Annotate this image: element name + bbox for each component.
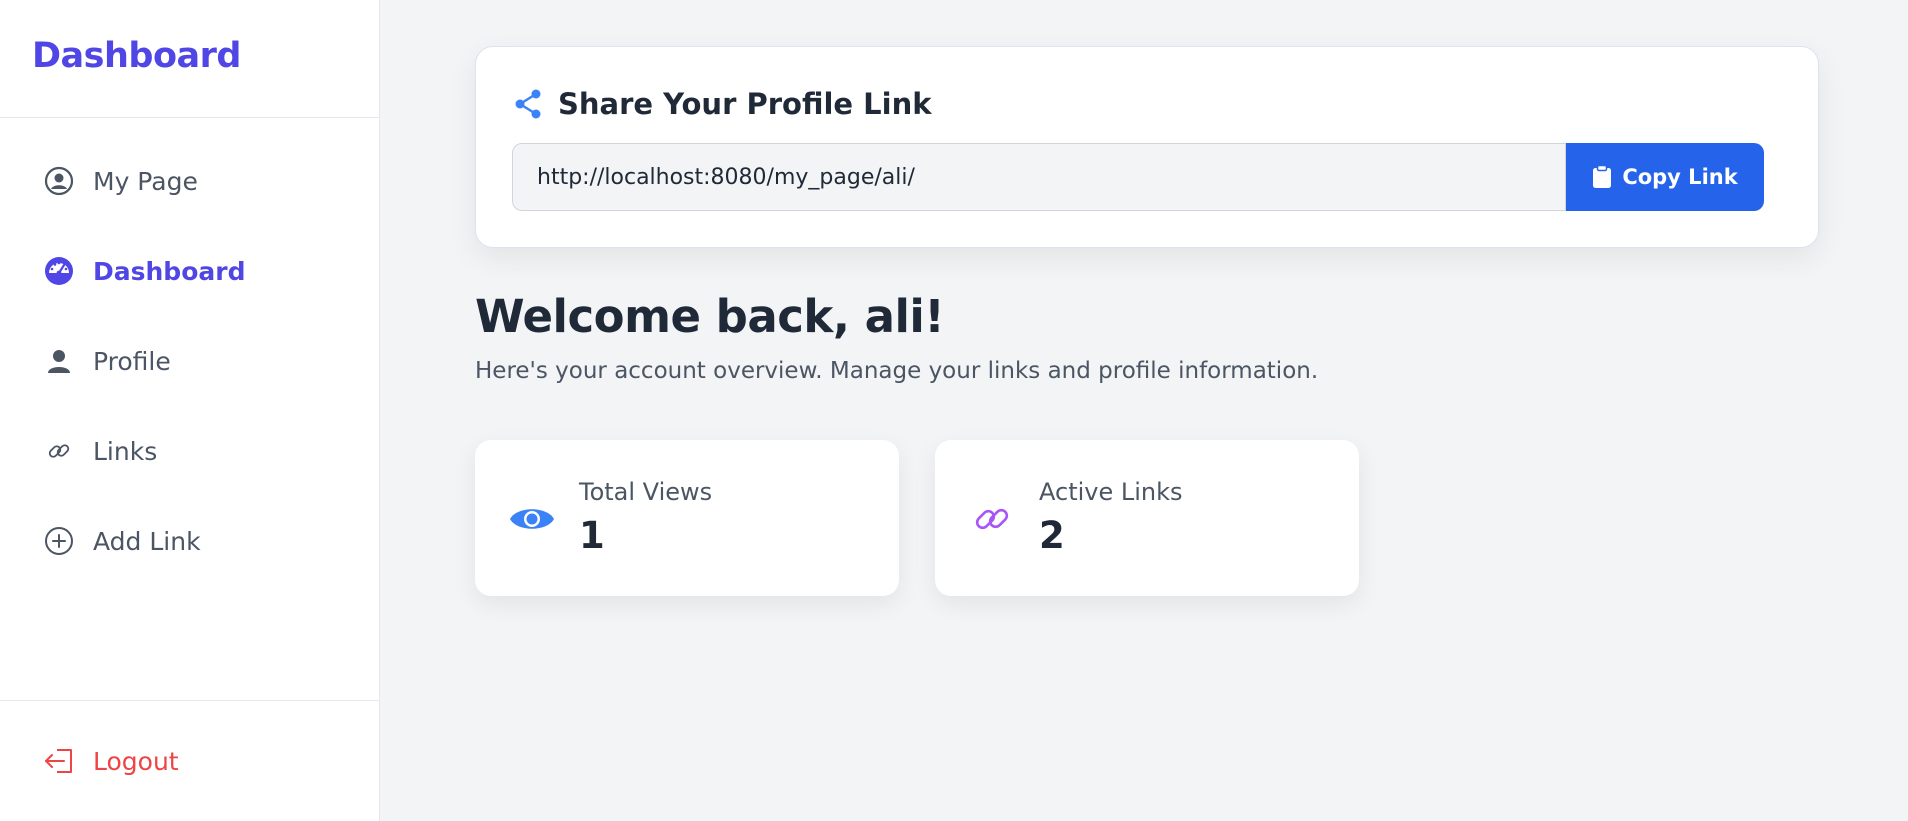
- sidebar-item-links[interactable]: Links: [0, 406, 379, 496]
- stat-value: 1: [579, 514, 605, 557]
- link-icon: [43, 435, 75, 467]
- share-icon: [512, 88, 544, 120]
- welcome-subtitle: Here's your account overview. Manage you…: [475, 358, 1319, 384]
- logout-label: Logout: [93, 746, 179, 776]
- copy-link-button[interactable]: Copy Link: [1566, 143, 1764, 211]
- sidebar-item-label: Profile: [93, 346, 171, 376]
- copy-link-label: Copy Link: [1622, 165, 1738, 189]
- user-icon: [43, 345, 75, 377]
- clipboard-icon: [1592, 165, 1612, 189]
- logout-icon: [43, 745, 75, 777]
- sidebar-item-add-link[interactable]: Add Link: [0, 496, 379, 586]
- plus-circle-icon: [43, 525, 75, 557]
- stat-value: 2: [1039, 514, 1065, 557]
- user-circle-icon: [43, 165, 75, 197]
- sidebar-item-label: My Page: [93, 166, 198, 196]
- share-profile-card: Share Your Profile Link Copy Link: [475, 46, 1819, 248]
- sidebar-item-dashboard[interactable]: Dashboard: [0, 226, 379, 316]
- sidebar-item-profile[interactable]: Profile: [0, 316, 379, 406]
- stat-label: Total Views: [579, 478, 713, 506]
- profile-link-input[interactable]: [512, 143, 1566, 211]
- sidebar-item-label: Add Link: [93, 526, 201, 556]
- welcome-title: Welcome back, ali!: [475, 290, 945, 343]
- sidebar-brand: Dashboard: [0, 0, 379, 118]
- logout-button[interactable]: Logout: [43, 745, 179, 777]
- sidebar-item-label: Links: [93, 436, 158, 466]
- link-icon: [969, 496, 1015, 542]
- share-header: Share Your Profile Link: [512, 87, 932, 121]
- sidebar-item-my-page[interactable]: My Page: [0, 136, 379, 226]
- eye-icon: [509, 496, 555, 542]
- sidebar-nav: My Page Dashboard Profile Links Add Link: [0, 118, 379, 586]
- sidebar: Dashboard My Page Dashboard Profile Link…: [0, 0, 380, 821]
- gauge-icon: [43, 255, 75, 287]
- brand-title[interactable]: Dashboard: [32, 36, 379, 76]
- stat-label: Active Links: [1039, 478, 1183, 506]
- stat-card-active-links: Active Links 2: [935, 440, 1359, 596]
- sidebar-item-label: Dashboard: [93, 256, 246, 286]
- sidebar-footer: Logout: [0, 700, 379, 821]
- share-title: Share Your Profile Link: [558, 87, 932, 121]
- stat-card-total-views: Total Views 1: [475, 440, 899, 596]
